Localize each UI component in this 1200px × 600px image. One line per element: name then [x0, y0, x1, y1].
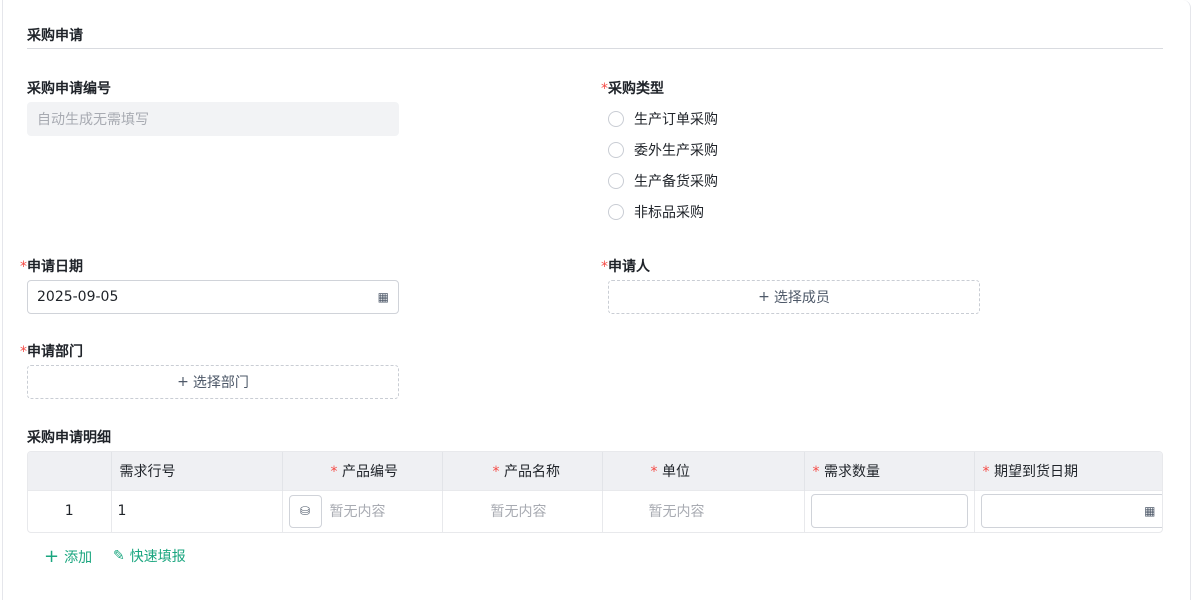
button-label: 快速填报	[130, 546, 186, 566]
label-text: 申请人	[608, 259, 650, 275]
request-no-placeholder: 自动生成无需填写	[37, 109, 149, 129]
button-label: 选择部门	[193, 372, 249, 392]
radio-circle	[608, 142, 624, 158]
quick-fill-button[interactable]: ✎ 快速填报	[113, 546, 186, 566]
row-unit: 暂无内容	[602, 490, 804, 532]
row-product-code: ⛁ 暂无内容	[282, 490, 442, 532]
request-no-input: 自动生成无需填写	[27, 102, 399, 136]
select-department-button[interactable]: +选择部门	[27, 365, 399, 399]
calendar-icon: ▦	[378, 290, 389, 304]
button-label: 添加	[64, 547, 92, 567]
header-text: 产品编号	[342, 464, 398, 480]
col-product-code: * 产品编号	[282, 452, 442, 490]
divider	[27, 48, 1163, 49]
radio-label: 非标品采购	[634, 202, 704, 222]
button-label: 选择成员	[774, 287, 830, 307]
label-text: 申请日期	[27, 259, 83, 275]
row-quantity	[804, 490, 974, 532]
row-product-name: 暂无内容	[442, 490, 602, 532]
request-date-picker[interactable]: 2025-09-05 ▦	[27, 280, 399, 314]
table-header: 需求行号 * 产品编号 * 产品名称 * 单位 * 需求数量 * 期望到货日期	[28, 452, 1163, 490]
col-index	[28, 452, 111, 490]
details-table-wrapper[interactable]: 需求行号 * 产品编号 * 产品名称 * 单位 * 需求数量 * 期望到货日期 …	[27, 451, 1163, 533]
header-text: 产品名称	[504, 464, 560, 480]
label-text: 申请部门	[27, 344, 83, 360]
required-mark: *	[331, 464, 338, 480]
radio-circle	[608, 111, 624, 127]
radio-circle	[608, 173, 624, 189]
required-mark: *	[983, 464, 990, 480]
radio-outsourced[interactable]: 委外生产采购	[608, 134, 718, 165]
col-product-name: * 产品名称	[442, 452, 602, 490]
request-no-label: 采购申请编号	[27, 78, 111, 98]
select-member-button[interactable]: +选择成员	[608, 280, 980, 314]
section-title: 采购申请	[27, 25, 83, 45]
plus-icon: +	[44, 546, 59, 567]
table-row: 1 1 ⛁ 暂无内容 暂无内容 暂无内容 ▦	[28, 490, 1163, 532]
col-quantity: * 需求数量	[804, 452, 974, 490]
plus-icon: +	[758, 289, 770, 305]
details-label: 采购申请明细	[27, 427, 111, 447]
required-mark: *	[651, 464, 658, 480]
expected-date-picker[interactable]: ▦	[981, 494, 1164, 528]
purchase-type-label: *采购类型	[601, 78, 664, 98]
placeholder: 暂无内容	[330, 501, 386, 521]
required-mark: *	[20, 344, 27, 360]
header-text: 需求数量	[824, 464, 880, 480]
date-value: 2025-09-05	[37, 289, 118, 305]
required-mark: *	[813, 464, 820, 480]
applicant-label: *申请人	[601, 256, 650, 276]
required-mark: *	[20, 259, 27, 275]
radio-label: 生产备货采购	[634, 171, 718, 191]
row-index: 1	[28, 490, 111, 532]
row-expected-date: ▦	[974, 490, 1163, 532]
department-label: *申请部门	[20, 341, 83, 361]
header-text: 期望到货日期	[994, 464, 1078, 480]
col-unit: * 单位	[602, 452, 804, 490]
col-expected-date: * 期望到货日期	[974, 452, 1163, 490]
radio-label: 生产订单采购	[634, 109, 718, 129]
col-line-no: 需求行号	[111, 452, 282, 490]
radio-production-order[interactable]: 生产订单采购	[608, 103, 718, 134]
radio-stock[interactable]: 生产备货采购	[608, 165, 718, 196]
product-select-icon[interactable]: ⛁	[289, 495, 322, 528]
header-text: 单位	[662, 464, 690, 480]
radio-circle	[608, 204, 624, 220]
required-mark: *	[601, 259, 608, 275]
quantity-input[interactable]	[811, 494, 968, 528]
purchase-type-radio-group: 生产订单采购 委外生产采购 生产备货采购 非标品采购	[608, 103, 718, 227]
add-row-button[interactable]: +添加	[44, 546, 92, 567]
radio-nonstandard[interactable]: 非标品采购	[608, 196, 718, 227]
radio-label: 委外生产采购	[634, 140, 718, 160]
plus-icon: +	[177, 374, 189, 390]
calendar-icon: ▦	[1144, 504, 1155, 518]
label-text: 采购类型	[608, 81, 664, 97]
row-line-no: 1	[111, 490, 282, 532]
details-table: 需求行号 * 产品编号 * 产品名称 * 单位 * 需求数量 * 期望到货日期 …	[28, 452, 1163, 532]
required-mark: *	[493, 464, 500, 480]
required-mark: *	[601, 81, 608, 97]
edit-form-icon: ✎	[113, 548, 125, 564]
request-date-label: *申请日期	[20, 256, 83, 276]
